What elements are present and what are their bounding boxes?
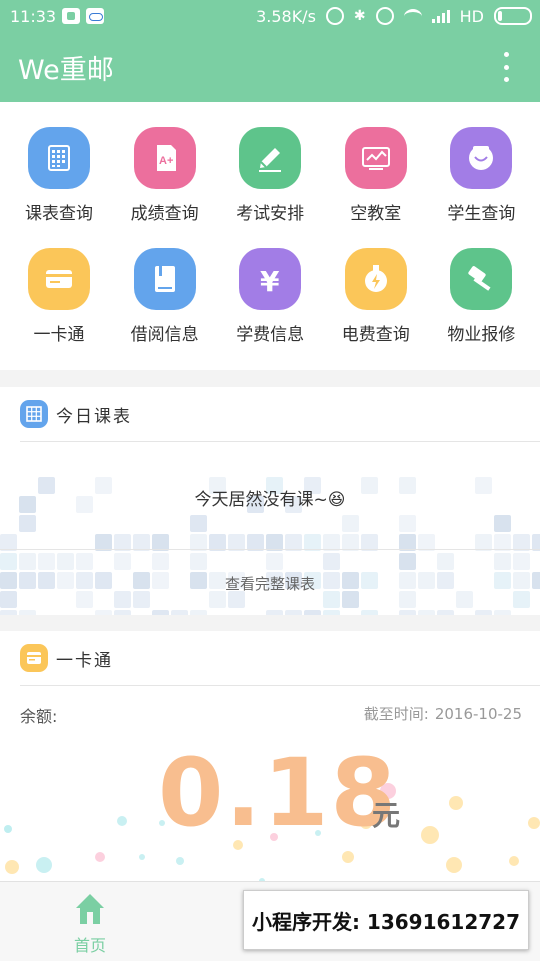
grid-item-label: 物业报修 [447,325,516,345]
more-vert-icon[interactable] [504,52,512,82]
home-icon [76,894,104,924]
no-class-message: 今天居然没有课~😆 [194,490,346,510]
cloud-icon [86,8,105,24]
function-grid: 课表查询 A+ 成绩查询 考试安排 空教室 学生查询一卡通 借阅信息 ¥ 学费信息 电费查询 物业报… [0,102,540,370]
today-schedule-card: 今日课表 今天居然没有课~😆 查看完整课表 [0,387,540,615]
grid-item-6[interactable]: 一卡通 [6,248,112,345]
grid-item-8[interactable]: ¥ 学费信息 [217,248,323,345]
as-of-date: 2016-10-25 [434,705,522,723]
grid-item-label: 空教室 [350,204,402,224]
svg-text:A+: A+ [159,155,173,167]
divider [20,685,540,686]
balance-amount: 0.18 [158,739,398,848]
grid-item-10[interactable]: 物业报修 [428,248,534,345]
yen-icon: ¥ [239,248,302,310]
grid-item-label: 考试安排 [236,204,305,224]
today-schedule-title: 今日课表 [56,406,132,427]
grid-item-label: 课表查询 [25,204,93,224]
view-full-schedule-link[interactable]: 查看完整课表 [0,573,540,594]
network-type: HD [459,6,484,26]
balance-label: 余额: [20,707,58,726]
grid-item-label: 学生查询 [447,204,516,224]
alarm-icon [375,7,394,25]
calendar-grid-icon [28,127,90,189]
calendar-grid-icon [20,400,48,428]
promo-banner: 小程序开发: 13691612727 [243,890,529,950]
status-time: 11:33 [10,6,57,26]
hammer-icon [450,248,513,310]
campus-card-header: 一卡通 [20,643,113,673]
grid-item-label: 电费查询 [341,325,410,345]
status-bar: 11:33 3.58K/s ✱ HD [0,0,540,32]
card-icon [28,248,90,310]
grid-item-1[interactable]: 课表查询 [6,127,112,224]
campus-card-title: 一卡通 [56,650,113,671]
classroom-board-icon [344,127,407,189]
app-bar: We重邮 [0,32,540,102]
divider [20,441,540,442]
card-icon [20,644,48,672]
grade-report-icon: A+ [133,127,196,189]
grid-item-label: 成绩查询 [130,204,199,224]
divider [0,549,540,550]
sync-icon [325,7,344,25]
shield-icon [62,8,81,24]
grid-item-label: 一卡通 [33,325,85,345]
pencil-icon [239,127,302,189]
grid-item-9[interactable]: 电费查询 [323,248,429,345]
campus-card-panel: 一卡通 余额: 截至时间: 2016-10-25 0.18 元 [0,631,540,881]
book-icon [133,248,196,310]
wifi-icon [403,8,422,24]
tab-home-label: 首页 [73,936,106,955]
tab-home[interactable]: 首页 [60,890,120,956]
student-face-icon [450,127,513,189]
bluetooth-icon: ✱ [353,8,366,24]
signal-icon [431,9,450,23]
grid-item-5[interactable]: 学生查询 [428,127,534,224]
grid-item-label: 学费信息 [236,325,305,345]
network-speed: 3.58K/s [256,6,316,26]
electricity-icon [344,248,407,310]
laughing-emoji-icon: 😆 [327,490,346,510]
grid-item-7[interactable]: 借阅信息 [112,248,218,345]
grid-item-2[interactable]: A+ 成绩查询 [112,127,218,224]
balance-unit: 元 [372,799,401,832]
as-of-time: 截至时间: 2016-10-25 [363,705,522,723]
grid-item-3[interactable]: 考试安排 [217,127,323,224]
svg-text:¥: ¥ [260,265,280,297]
today-schedule-header: 今日课表 [20,399,132,429]
battery-icon [494,7,532,25]
grid-item-4[interactable]: 空教室 [323,127,429,224]
grid-item-label: 借阅信息 [130,325,199,345]
app-title: We重邮 [18,55,114,86]
